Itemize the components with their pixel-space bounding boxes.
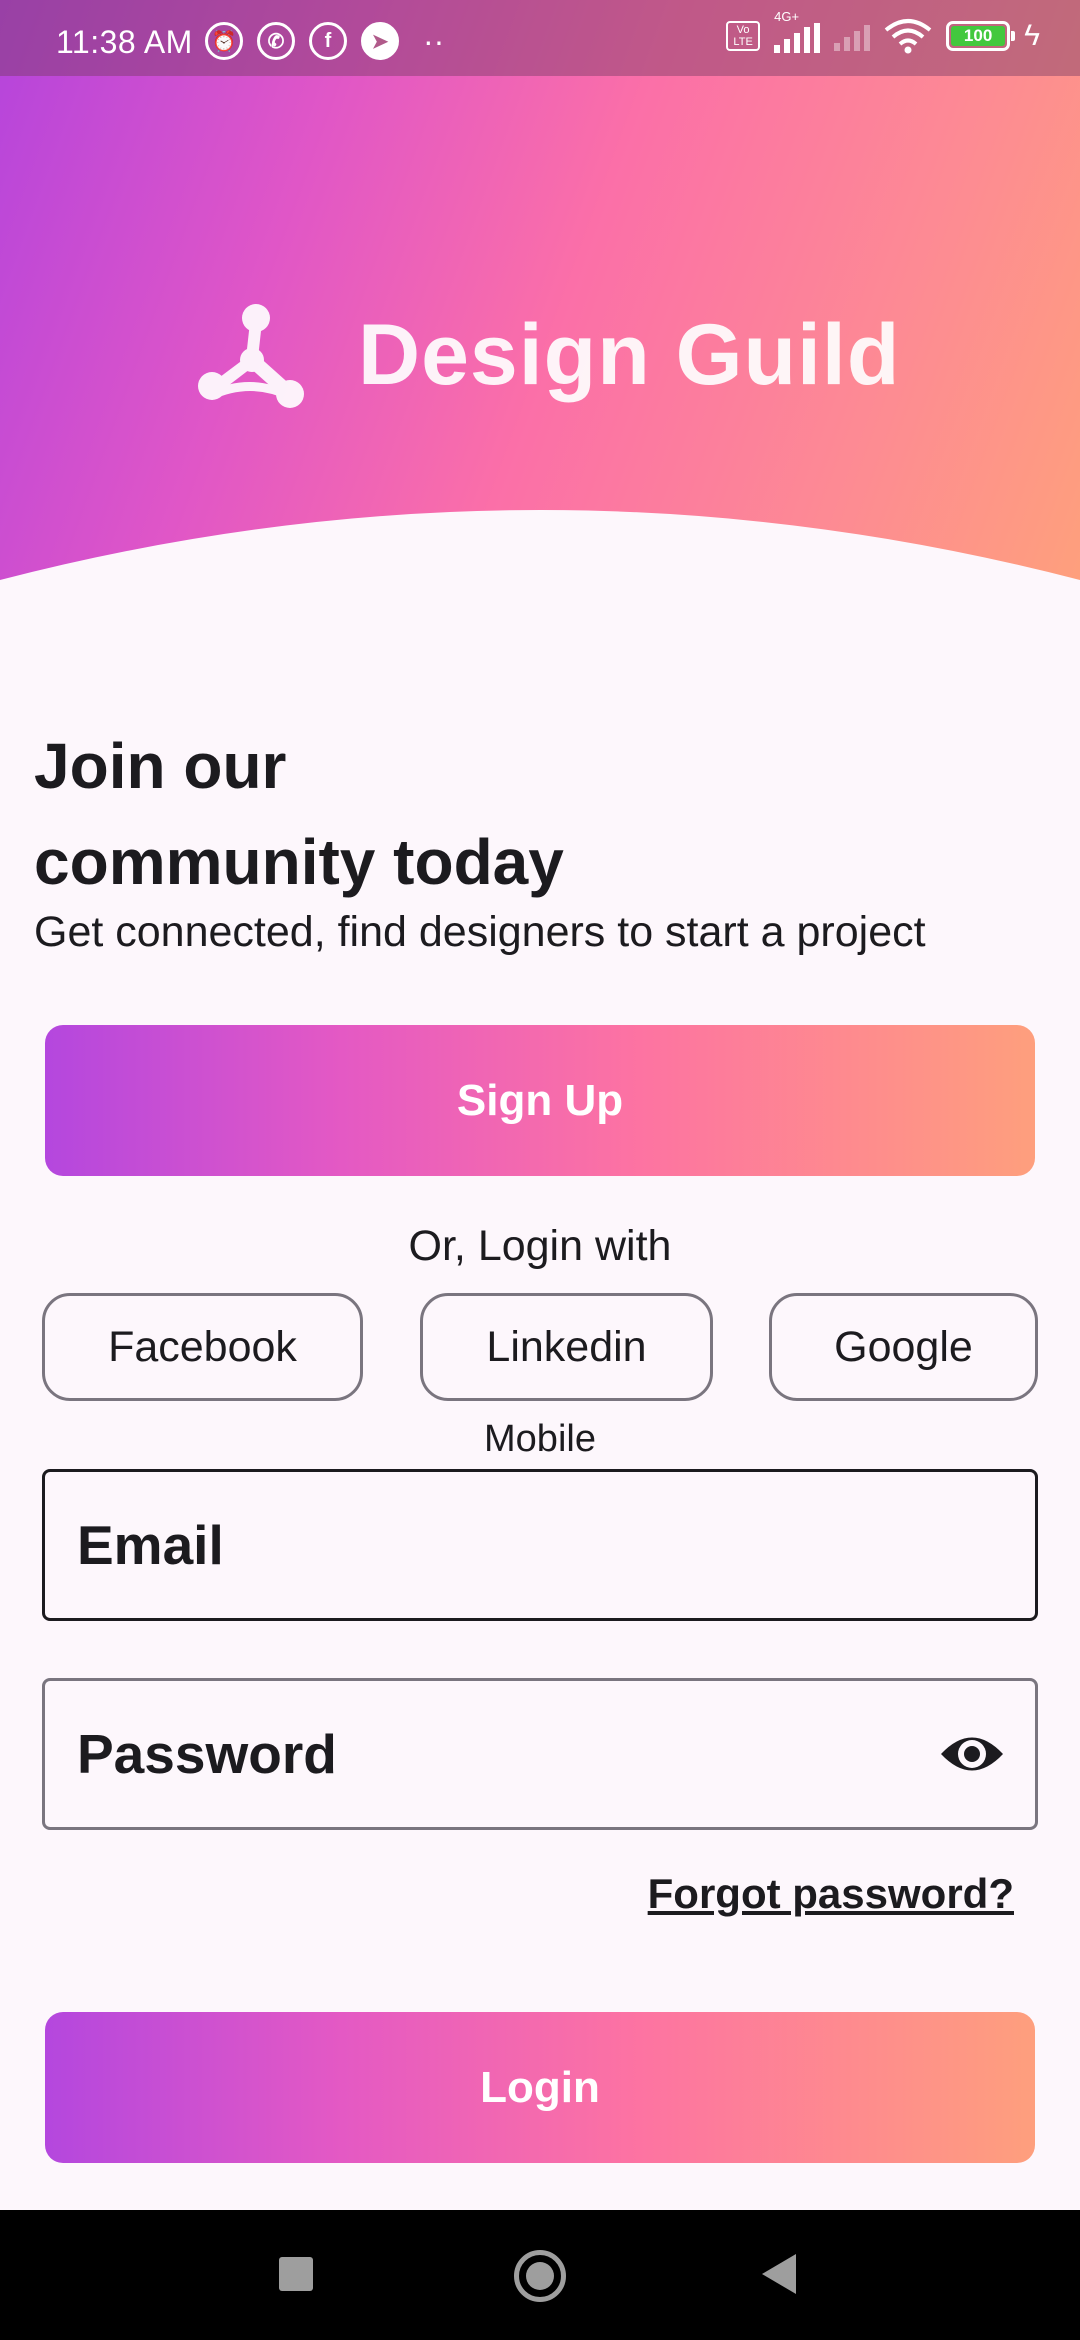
back-icon[interactable] (762, 2254, 796, 2294)
show-password-eye-icon[interactable] (939, 1727, 1005, 1781)
email-placeholder: Email (77, 1514, 224, 1576)
sign-up-button[interactable]: Sign Up (45, 1025, 1035, 1176)
linkedin-login-button[interactable]: Linkedin (420, 1293, 713, 1401)
google-login-button[interactable]: Google (769, 1293, 1038, 1401)
title-line-2: community today (34, 826, 564, 898)
or-login-with-label: Or, Login with (408, 1222, 672, 1270)
home-icon[interactable] (514, 2250, 566, 2302)
title-line-1: Join our (34, 730, 287, 802)
password-placeholder: Password (77, 1723, 337, 1785)
signup-content: Join our community today Get connected, … (0, 0, 1080, 2210)
navigation-bar (0, 2210, 1080, 2340)
email-field[interactable]: Email (42, 1469, 1038, 1621)
recent-apps-icon[interactable] (279, 2257, 313, 2291)
login-button[interactable]: Login (45, 2012, 1035, 2163)
facebook-login-button[interactable]: Facebook (42, 1293, 363, 1401)
page-subtitle: Get connected, find designers to start a… (34, 908, 926, 956)
password-field[interactable]: Password (42, 1678, 1038, 1830)
mobile-login-link[interactable]: Mobile (0, 1418, 1080, 1461)
forgot-password-link[interactable]: Forgot password? (648, 1870, 1014, 1918)
page-title: Join our community today (34, 718, 734, 910)
